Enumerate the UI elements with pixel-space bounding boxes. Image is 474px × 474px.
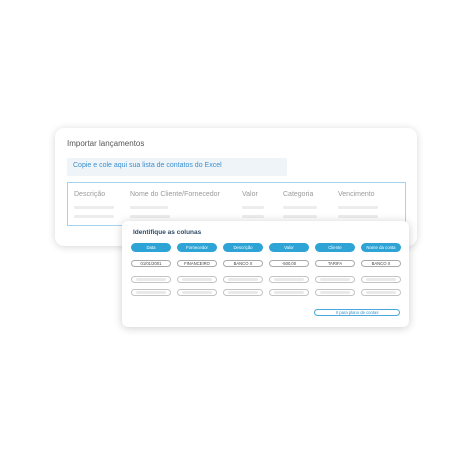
- placeholder-line: [242, 206, 264, 209]
- empty-cell: [361, 289, 401, 296]
- empty-cell: [223, 276, 263, 283]
- sample-cell: FINANCEIRO: [177, 260, 217, 267]
- empty-cell: [315, 276, 355, 283]
- placeholder-line: [338, 215, 378, 218]
- sample-cell: TARIFA: [315, 260, 355, 267]
- empty-cell: [223, 289, 263, 296]
- empty-cell: [361, 276, 401, 283]
- placeholder-line: [283, 206, 317, 209]
- placeholder-line: [283, 215, 317, 218]
- empty-cell: [177, 289, 217, 296]
- import-card-title: Importar lançamentos: [67, 139, 145, 148]
- sample-cell: BANCO X: [361, 260, 401, 267]
- placeholder-line: [74, 206, 114, 209]
- placeholder-line: [130, 215, 170, 218]
- column-select-nome-da-conta[interactable]: Nome da conta: [361, 243, 401, 252]
- column-header-nome-cliente-fornecedor: Nome do Cliente/Fornecedor: [130, 191, 220, 198]
- column-select-cliente[interactable]: Cliente: [315, 243, 355, 252]
- column-header-valor: Valor: [242, 191, 258, 198]
- empty-cell: [269, 289, 309, 296]
- placeholder-line: [130, 206, 168, 209]
- column-header-categoria: Categoria: [283, 191, 314, 198]
- identify-columns-card: Identifique as colunas Data Fornecedor D…: [122, 221, 409, 327]
- placeholder-line: [338, 206, 378, 209]
- identify-card-title: Identifique as colunas: [133, 229, 202, 236]
- sample-cell: BANCO X: [223, 260, 263, 267]
- paste-hint-bar[interactable]: Copie e cole aqui sua lista de contatos …: [67, 158, 287, 176]
- empty-cell: [177, 276, 217, 283]
- placeholder-line: [74, 215, 114, 218]
- column-select-data[interactable]: Data: [131, 243, 171, 252]
- placeholder-line: [242, 215, 264, 218]
- empty-cell: [315, 289, 355, 296]
- paste-table-area[interactable]: Descrição Nome do Cliente/Fornecedor Val…: [67, 182, 406, 226]
- paste-hint-text: Copie e cole aqui sua lista de contatos …: [73, 162, 222, 169]
- go-to-chart-of-accounts-button[interactable]: Ir para plano de contas: [314, 309, 400, 316]
- empty-cell: [131, 276, 171, 283]
- column-header-descricao: Descrição: [74, 191, 106, 198]
- empty-cell: [131, 289, 171, 296]
- column-select-descricao[interactable]: Descrição: [223, 243, 263, 252]
- sample-cell: 01/01/2001: [131, 260, 171, 267]
- column-select-valor[interactable]: Valor: [269, 243, 309, 252]
- sample-cell: -500,00: [269, 260, 309, 267]
- column-header-vencimento: Vencimento: [338, 191, 375, 198]
- column-select-fornecedor[interactable]: Fornecedor: [177, 243, 217, 252]
- empty-cell: [269, 276, 309, 283]
